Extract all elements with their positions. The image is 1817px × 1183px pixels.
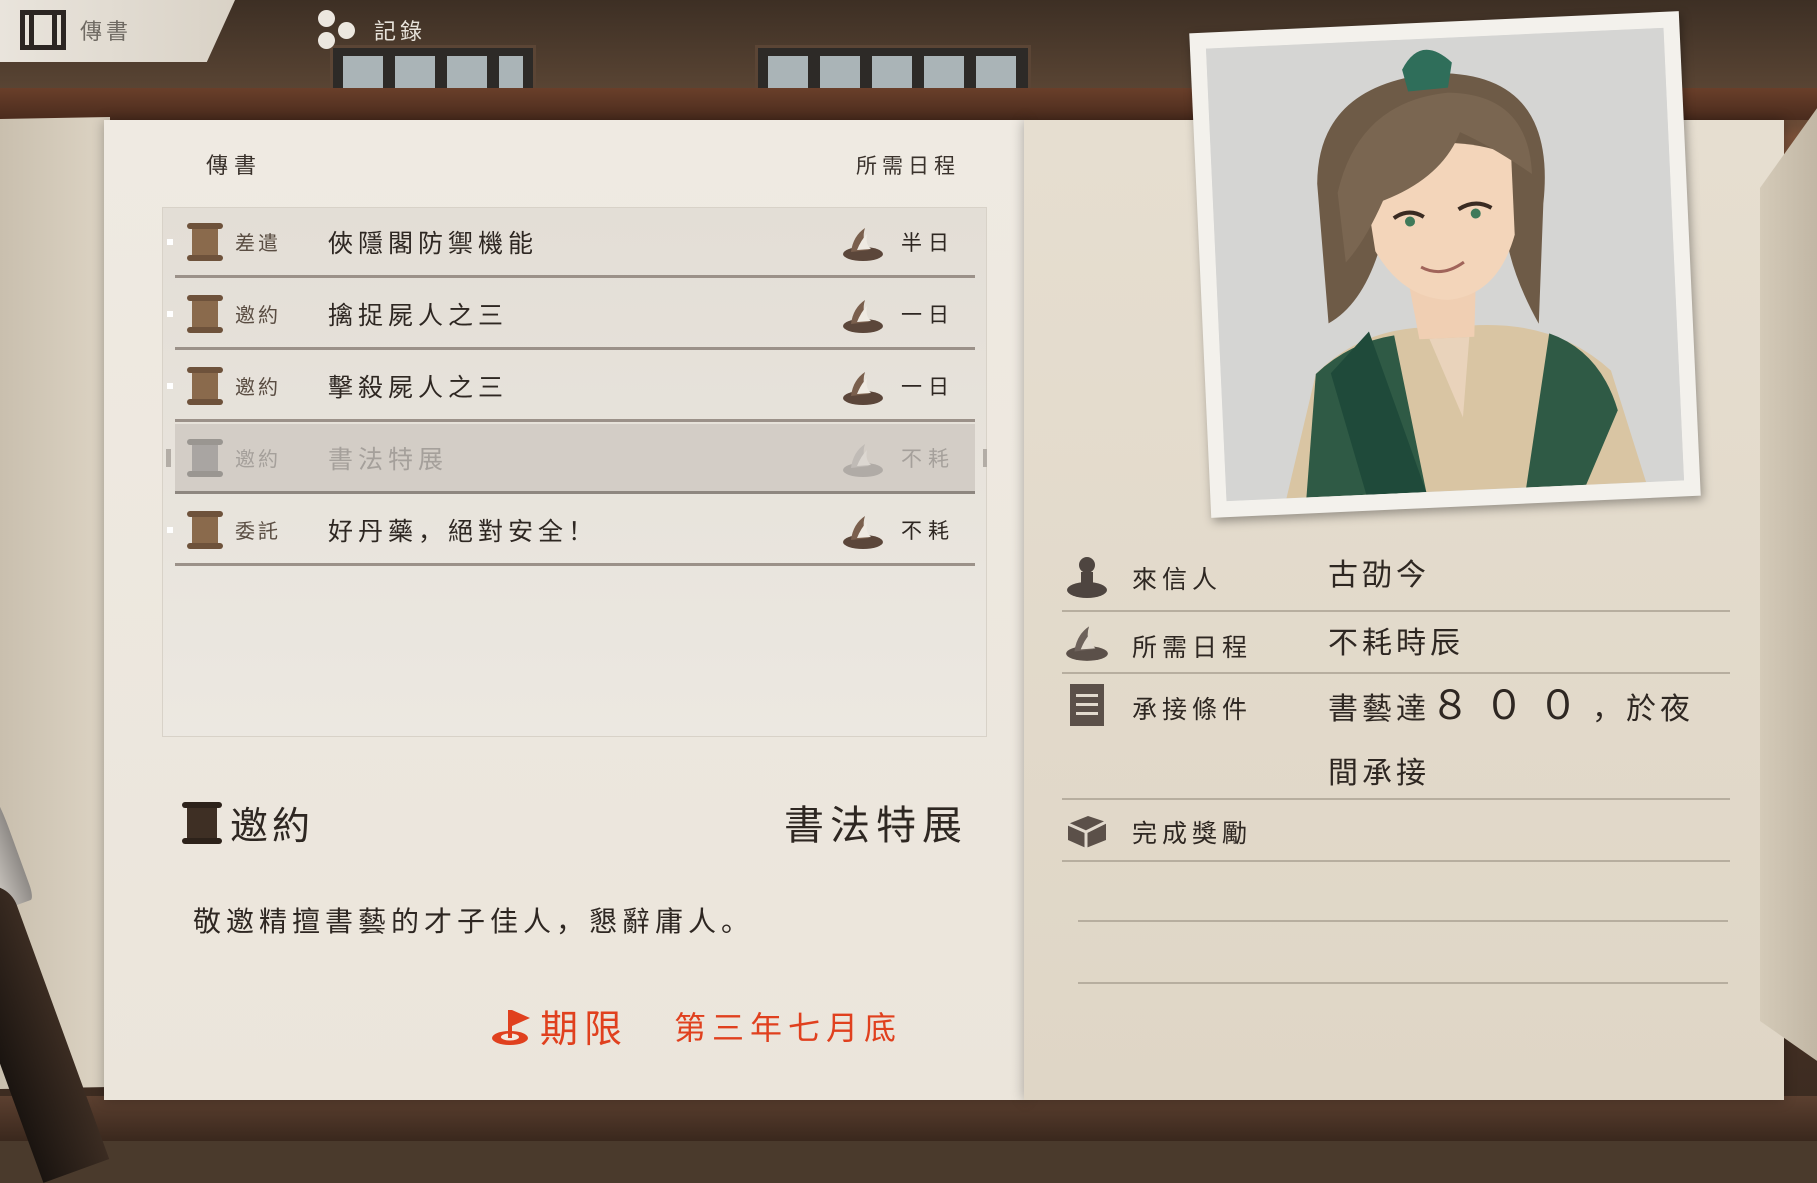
duration-value: 不耗時辰 [1328,626,1464,661]
condition-value-prefix: 書藝達 [1328,692,1430,727]
row-category: 邀約 [235,303,281,327]
scroll-icon [182,801,222,844]
hourglass-cost-icon [843,443,883,477]
hourglass-cost-icon [843,299,883,333]
dots-icon [318,10,360,50]
hourglass-cost-icon [1066,626,1108,661]
reward-line [1078,982,1728,984]
scroll-icon [187,366,223,405]
row-bullet [167,382,173,389]
row-title: 俠隱閣防禦機能 [328,228,539,258]
sender-portrait [1205,27,1685,502]
row-selection-marker [166,448,171,467]
hourglass-cost-icon [843,515,883,549]
reward-box-icon [1067,816,1107,848]
row-duration: 半日 [901,230,955,255]
row-title: 擒捉屍人之三 [328,300,509,330]
sender-portrait-frame [1189,11,1701,518]
condition-value-number: ８００ [1430,683,1592,729]
row-category: 差遣 [235,231,281,255]
info-row-reward: 完成獎勵 [1062,800,1730,862]
tab-letters-label: 傳書 [80,20,133,45]
book-page-curl [1760,90,1817,1070]
list-icon [1070,684,1104,726]
row-title: 書法特展 [328,444,449,474]
book-icon [20,10,66,50]
row-category: 邀約 [235,375,281,399]
row-category: 邀約 [235,447,281,471]
condition-value: 書藝達８００，於夜間承接 [1328,674,1708,806]
deadline: 期限 第三年七月底 [490,998,902,1053]
tab-records[interactable]: 記錄 [318,10,426,50]
tab-records-label: 記錄 [374,20,427,45]
letter-row[interactable]: 邀約 擊殺屍人之三 一日 [167,352,975,422]
letter-list: 差遣 俠隱閣防禦機能 半日 邀約 擒捉屍人之三 一日 邀約 擊殺屍人之三 一日 … [162,207,987,737]
letter-row[interactable]: 邀約 擒捉屍人之三 一日 [167,280,975,350]
row-title: 擊殺屍人之三 [328,372,509,402]
row-title: 好丹藥，絕對安全！ [328,516,599,546]
person-icon [1067,557,1107,598]
hourglass-cost-icon [843,227,883,261]
row-bullet [167,526,173,533]
sender-label: 來信人 [1132,565,1223,594]
info-row-duration: 所需日程 不耗時辰 [1062,612,1730,674]
duration-label: 所需日程 [1132,633,1253,662]
detail-category-label: 邀約 [230,804,315,848]
row-selection-marker [983,448,987,467]
hourglass-cost-icon [843,371,883,405]
detail-category: 邀約 [182,795,314,850]
deadline-value: 第三年七月底 [674,1008,903,1047]
tab-letters[interactable]: 傳書 [20,10,132,50]
detail-title: 書法特展 [784,803,968,849]
reward-line [1078,920,1728,922]
flag-icon [492,1009,530,1045]
scroll-icon [187,438,223,477]
row-duration: 不耗 [901,518,955,543]
info-row-sender: 來信人 古劭今 [1062,548,1730,612]
row-duration: 不耗 [901,446,955,471]
deadline-label: 期限 [540,1007,629,1051]
row-category: 委託 [235,519,281,543]
row-duration: 一日 [901,302,955,327]
scroll-icon [187,294,223,333]
background-floor [0,1096,1817,1141]
letter-row[interactable]: 委託 好丹藥，絕對安全！ 不耗 [167,496,975,566]
condition-label: 承接條件 [1132,695,1253,724]
sender-value: 古劭今 [1328,558,1430,593]
scroll-icon [187,510,223,549]
reward-label: 完成獎勵 [1132,819,1253,848]
row-bullet [167,238,173,245]
character-portrait-illustration [1205,27,1685,502]
scroll-icon [187,222,223,261]
info-row-condition: 承接條件 書藝達８００，於夜間承接 [1062,674,1730,800]
letter-row-selected[interactable]: 邀約 書法特展 不耗 [166,424,987,494]
letter-row[interactable]: 差遣 俠隱閣防禦機能 半日 [167,208,975,278]
list-header-title: 傳書 [206,154,263,179]
list-header-duration: 所需日程 [856,154,960,178]
row-duration: 一日 [901,374,955,399]
row-bullet [167,310,173,317]
detail-description: 敬邀精擅書藝的才子佳人，懇辭庸人。 [193,905,755,938]
